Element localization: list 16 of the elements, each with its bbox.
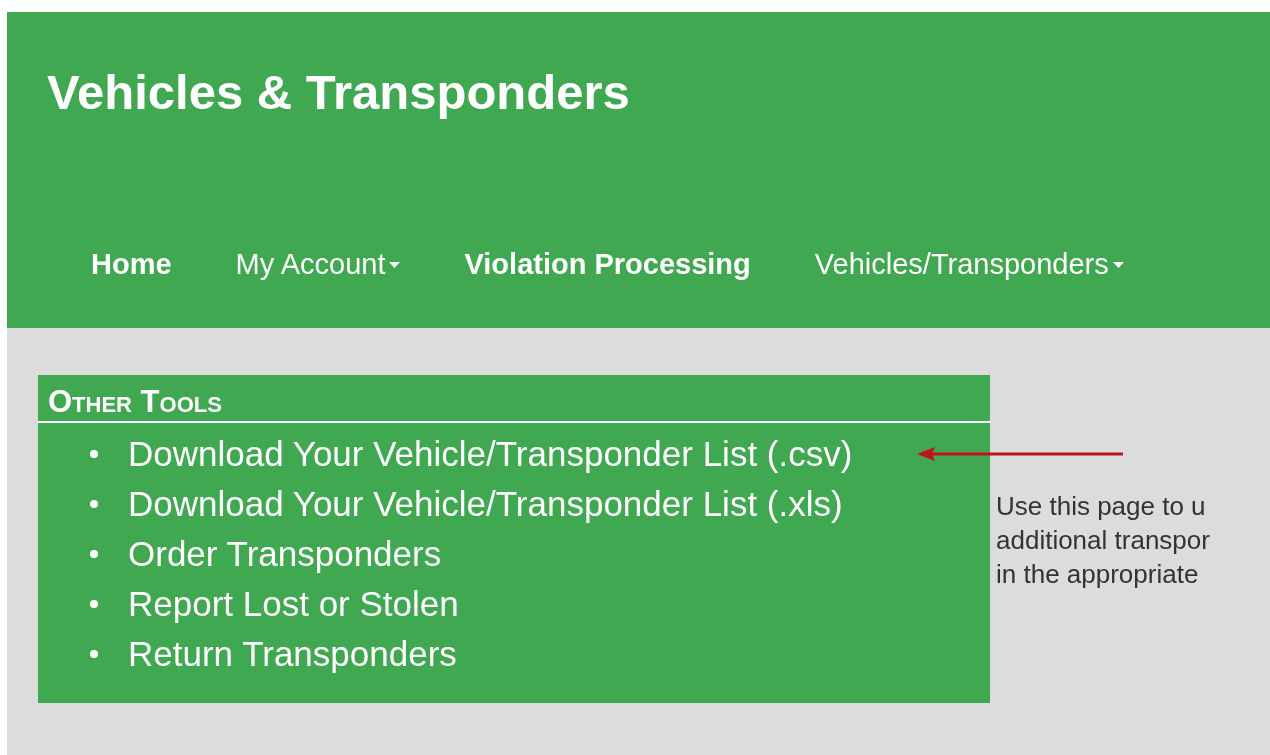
intro-text: additional transpor (996, 524, 1210, 557)
intro-text: in the appropriate (996, 558, 1200, 591)
nav-link[interactable]: Violation Processing (464, 243, 751, 287)
panel-title: Other Tools (48, 385, 222, 419)
bullet-icon (90, 600, 98, 608)
bullet-icon (90, 500, 98, 508)
nav-dropdown[interactable]: My Account (235, 243, 401, 287)
caret-icon (389, 261, 401, 268)
intro-text: Use this page to u (996, 490, 1207, 523)
page-title: Vehicles & Transponders (47, 68, 630, 117)
bullet-icon (90, 550, 98, 558)
nav-link[interactable]: Home (91, 243, 172, 287)
nav-dropdown[interactable]: Vehicles/Transponders (814, 243, 1124, 287)
bullet-icon (90, 650, 98, 658)
bullet-icon (90, 450, 98, 458)
caret-icon (1112, 261, 1124, 268)
